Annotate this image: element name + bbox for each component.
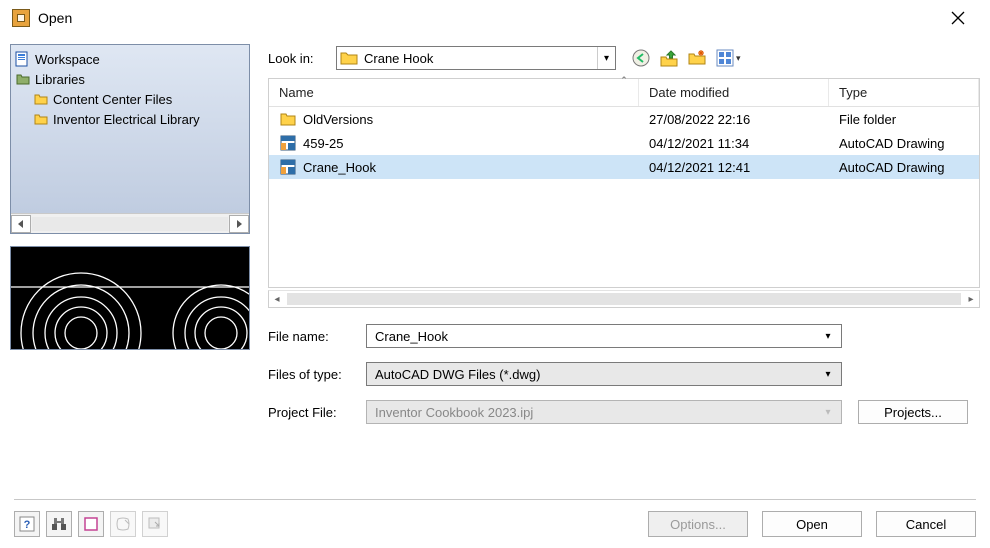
help-button[interactable]: ?: [14, 511, 40, 537]
bottom-toolbar: ? Options... Open Cancel: [0, 500, 990, 548]
folder-icon: [279, 110, 297, 128]
file-type: File folder: [839, 112, 896, 127]
file-date: 04/12/2021 11:34: [649, 136, 749, 151]
tree-hscrollbar[interactable]: [11, 213, 249, 233]
new-folder-icon: [688, 49, 706, 67]
cancel-button[interactable]: Cancel: [876, 511, 976, 537]
column-name[interactable]: Name: [269, 79, 639, 106]
scroll-left-button[interactable]: [11, 215, 31, 233]
up-button[interactable]: [658, 47, 680, 69]
projectfile-label: Project File:: [268, 405, 358, 420]
file-type: AutoCAD Drawing: [839, 136, 945, 151]
tree-item-label: Libraries: [35, 72, 85, 87]
window-title: Open: [38, 10, 72, 26]
projects-button[interactable]: Projects...: [858, 400, 968, 424]
open-button[interactable]: Open: [762, 511, 862, 537]
left-pane: Workspace Libraries Content Center Fi: [10, 44, 250, 489]
folder-icon: [33, 91, 49, 107]
page-icon: [83, 516, 99, 532]
view-icon: [716, 49, 734, 67]
folder-icon: [340, 51, 358, 65]
chevron-down-icon: ▾: [819, 363, 837, 385]
view-mode-button[interactable]: [78, 511, 104, 537]
file-list-header: Name Date modified Type: [269, 79, 979, 107]
lookin-combo[interactable]: Crane Hook ▾: [336, 46, 616, 70]
file-row[interactable]: OldVersions 27/08/2022 22:16 File folder: [269, 107, 979, 131]
chevron-down-icon: ▾: [736, 53, 741, 64]
column-date-modified[interactable]: Date modified: [639, 79, 829, 106]
tree-item-content-center[interactable]: Content Center Files: [15, 89, 245, 109]
folder-icon: [33, 111, 49, 127]
file-date: 04/12/2021 12:41: [649, 160, 750, 175]
grid-arrow-icon: [147, 516, 163, 532]
tree-item-label: Workspace: [35, 52, 100, 67]
filetype-value: AutoCAD DWG Files (*.dwg): [375, 367, 819, 382]
up-icon: [660, 49, 678, 67]
lookin-label: Look in:: [268, 51, 328, 66]
imate-button[interactable]: [110, 511, 136, 537]
filetype-field[interactable]: AutoCAD DWG Files (*.dwg) ▾: [366, 362, 842, 386]
tree-item-label: Inventor Electrical Library: [53, 112, 200, 127]
scroll-right-button[interactable]: [229, 215, 249, 233]
lookin-value: Crane Hook: [364, 51, 597, 66]
close-button[interactable]: [938, 3, 978, 33]
scroll-left-button[interactable]: ◂: [269, 291, 285, 307]
preview-thumbnail: [10, 246, 250, 350]
filename-field[interactable]: Crane_Hook ▾: [366, 324, 842, 348]
preview-drawing-icon: [11, 247, 250, 350]
file-type: AutoCAD Drawing: [839, 160, 945, 175]
open-dialog: Open Workspace: [0, 0, 990, 548]
find-button[interactable]: [46, 511, 72, 537]
app-icon: [12, 9, 30, 27]
chevron-down-icon: ▾: [597, 47, 615, 69]
filetype-label: Files of type:: [268, 367, 358, 382]
dependency-icon: [115, 516, 131, 532]
filename-label: File name:: [268, 329, 358, 344]
titlebar: Open: [0, 0, 990, 36]
help-icon: ?: [19, 516, 35, 532]
file-name: Crane_Hook: [303, 160, 376, 175]
settings-button[interactable]: [142, 511, 168, 537]
tree-item-label: Content Center Files: [53, 92, 172, 107]
binoculars-icon: [51, 516, 67, 532]
close-icon: [951, 11, 965, 25]
options-button[interactable]: Options...: [648, 511, 748, 537]
file-row[interactable]: 459-25 04/12/2021 11:34 AutoCAD Drawing: [269, 131, 979, 155]
file-date: 27/08/2022 22:16: [649, 112, 750, 127]
column-type[interactable]: Type: [829, 79, 979, 106]
file-name: OldVersions: [303, 112, 373, 127]
tree-item-inventor-electrical[interactable]: Inventor Electrical Library: [15, 109, 245, 129]
view-menu-button[interactable]: ▾: [714, 47, 748, 69]
back-button[interactable]: [630, 47, 652, 69]
filename-value: Crane_Hook: [375, 329, 819, 344]
filelist-hscrollbar[interactable]: ◂ ▸: [268, 290, 980, 308]
svg-text:?: ?: [24, 519, 31, 531]
dwg-icon: [279, 158, 297, 176]
lookin-toolbar: ▾: [630, 47, 748, 69]
file-pane: Look in: Crane Hook ▾: [268, 44, 980, 489]
scroll-right-button[interactable]: ▸: [963, 291, 979, 307]
chevron-down-icon: ▾: [819, 401, 837, 423]
places-tree[interactable]: Workspace Libraries Content Center Fi: [10, 44, 250, 234]
tree-item-libraries[interactable]: Libraries: [15, 69, 245, 89]
file-row[interactable]: Crane_Hook 04/12/2021 12:41 AutoCAD Drawin…: [269, 155, 979, 179]
projectfile-field: Inventor Cookbook 2023.ipj ▾: [366, 400, 842, 424]
libraries-icon: [15, 71, 31, 87]
file-name: 459-25: [303, 136, 343, 151]
chevron-down-icon: ▾: [819, 325, 837, 347]
back-icon: [632, 49, 650, 67]
file-list[interactable]: Name Date modified Type OldVersions 27/08…: [268, 78, 980, 288]
workspace-icon: [15, 51, 31, 67]
tree-item-workspace[interactable]: Workspace: [15, 49, 245, 69]
dwg-icon: [279, 134, 297, 152]
projectfile-value: Inventor Cookbook 2023.ipj: [375, 405, 819, 420]
new-folder-button[interactable]: [686, 47, 708, 69]
